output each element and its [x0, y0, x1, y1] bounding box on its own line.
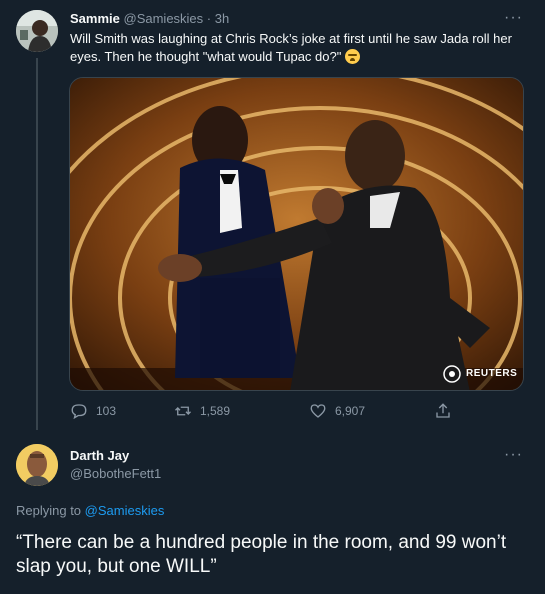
retweet-icon — [175, 406, 191, 416]
tweet-actions: 103 1,589 6,907 — [70, 402, 470, 422]
replying-to: Replying to @Samieskies — [16, 503, 164, 518]
tweet-header: Sammie @Samieskies · 3h — [70, 11, 229, 26]
reply-more-icon[interactable]: ··· — [504, 446, 523, 464]
author-name[interactable]: Sammie — [70, 11, 120, 26]
reuters-watermark-text: REUTERS — [466, 368, 518, 379]
reply-count: 103 — [96, 404, 117, 418]
avatar-image — [16, 10, 58, 52]
tweet-text-content: Will Smith was laughing at Chris Rock’s … — [70, 31, 512, 64]
replying-to-prefix: Replying to — [16, 503, 82, 518]
reply-author-handle[interactable]: @BobotheFett1 — [70, 466, 161, 481]
header-separator: · — [206, 11, 212, 26]
share-button[interactable] — [434, 402, 452, 420]
reply-author-name[interactable]: Darth Jay — [70, 448, 129, 463]
face-with-tears-emoji-icon — [344, 49, 360, 64]
reply-icon — [71, 404, 87, 420]
retweet-button[interactable]: 1,589 — [174, 402, 230, 420]
retweet-count: 1,589 — [200, 404, 231, 418]
more-icon[interactable]: ··· — [504, 9, 523, 27]
reply-text: “There can be a hundred people in the ro… — [16, 532, 507, 577]
tweet-text: Will Smith was laughing at Chris Rock’s … — [70, 30, 525, 66]
original-tweet[interactable]: Sammie @Samieskies · 3h ··· Will Smith w… — [0, 0, 545, 432]
avatar[interactable] — [16, 10, 58, 52]
reply-avatar[interactable] — [16, 444, 58, 486]
reply-button[interactable]: 103 — [70, 402, 116, 420]
photo-image — [70, 78, 523, 390]
like-button[interactable]: 6,907 — [309, 402, 365, 420]
like-icon — [310, 404, 326, 418]
share-icon — [436, 403, 450, 418]
tweet-photo[interactable]: REUTERS — [69, 77, 524, 391]
replying-to-link[interactable]: @Samieskies — [85, 503, 165, 518]
reply-avatar-image — [16, 444, 58, 486]
author-handle[interactable]: @Samieskies — [124, 11, 204, 26]
like-count: 6,907 — [335, 404, 366, 418]
tweet-time[interactable]: 3h — [215, 11, 229, 26]
thread-connector-line — [36, 58, 38, 430]
